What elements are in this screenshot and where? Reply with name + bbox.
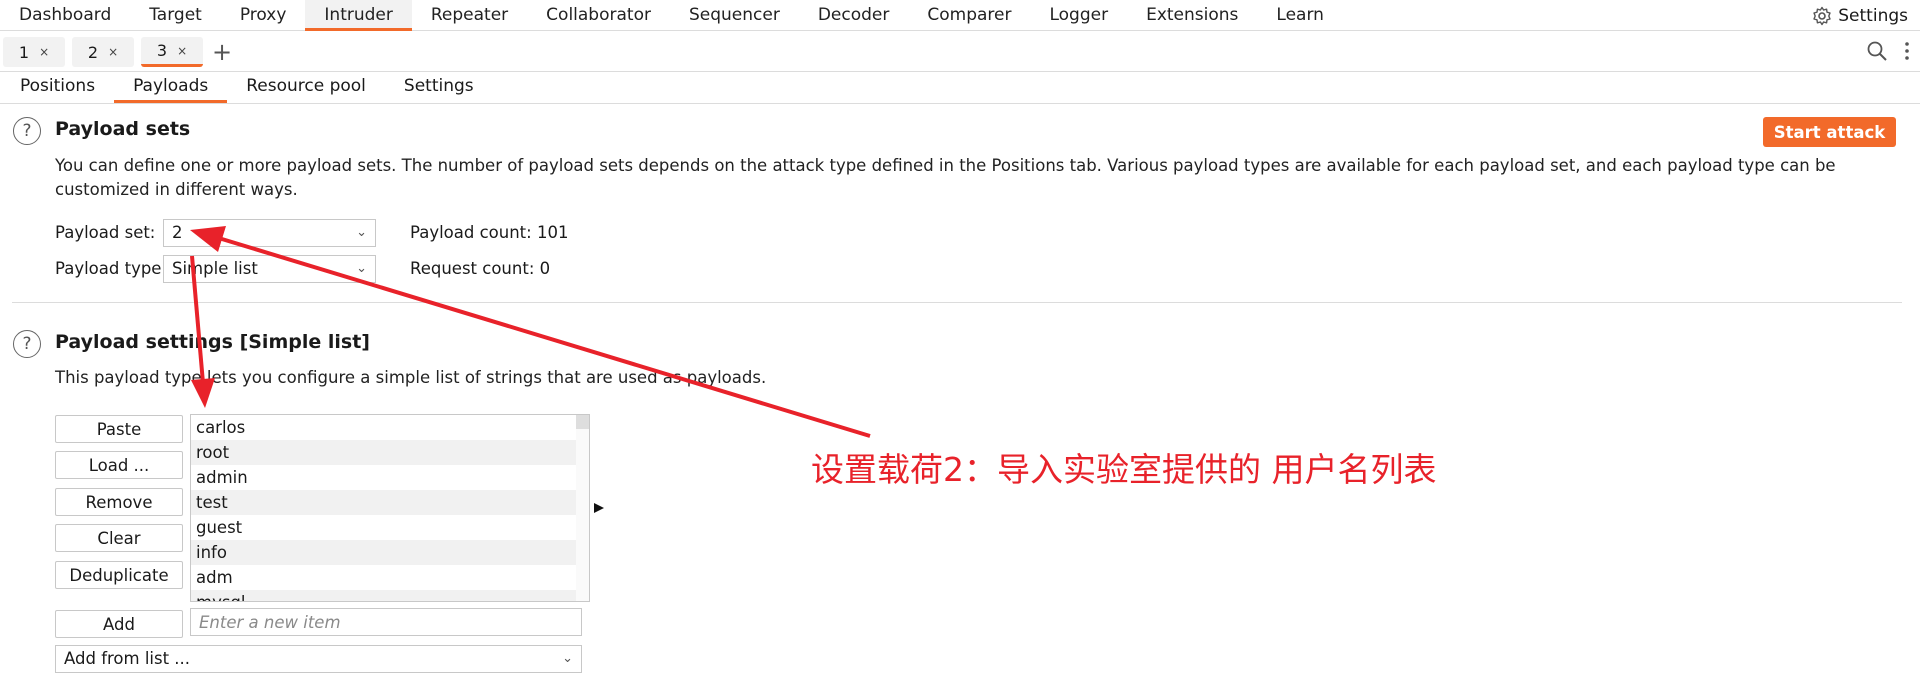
annotation-text: 设置载荷2：导入实验室提供的 用户名列表 bbox=[811, 450, 1437, 489]
annotation-arrows bbox=[190, 226, 871, 438]
burp-intruder-window: Dashboard Target Proxy Intruder Repeater… bbox=[0, 0, 1920, 692]
